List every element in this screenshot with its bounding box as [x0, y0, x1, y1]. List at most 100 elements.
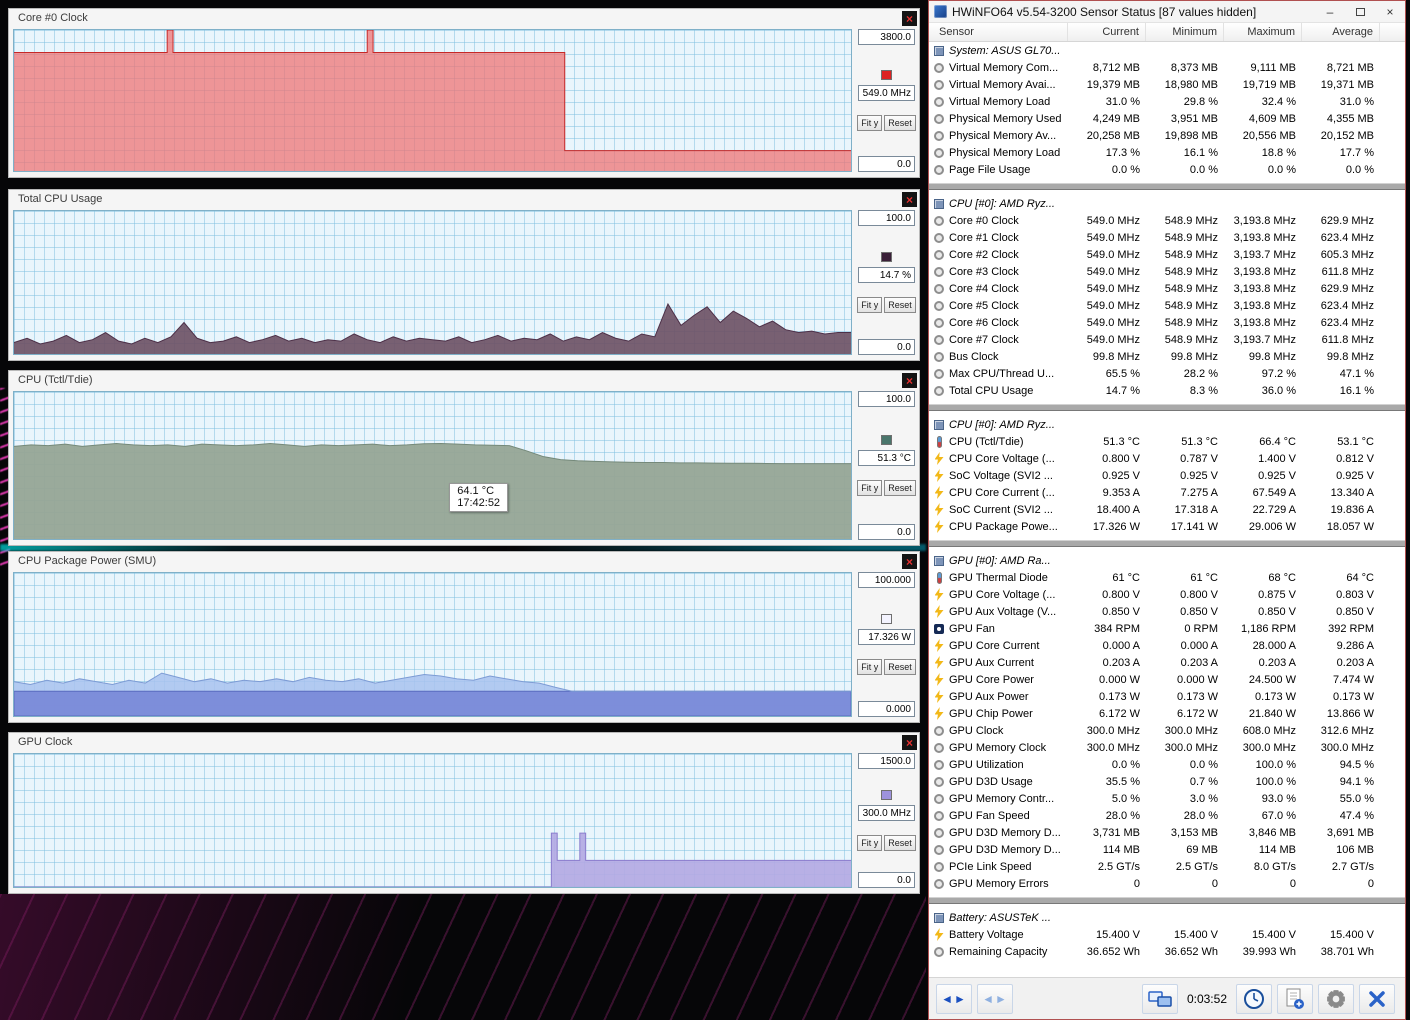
- remote-sync-button[interactable]: [1141, 983, 1178, 1014]
- sensor-row[interactable]: GPU Aux Voltage (V... 0.850 V 0.850 V 0.850…: [929, 603, 1405, 620]
- y-min-input[interactable]: [858, 701, 915, 717]
- reset-button[interactable]: Reset: [884, 835, 916, 851]
- fit-y-button[interactable]: Fit y: [857, 115, 883, 131]
- sensor-row[interactable]: GPU Core Current 0.000 A 0.000 A 28.000 A 9.…: [929, 637, 1405, 654]
- title-bar[interactable]: HWiNFO64 v5.54-3200 Sensor Status [87 va…: [929, 1, 1405, 23]
- sensor-row[interactable]: Physical Memory Load 17.3 % 16.1 % 18.8 % 17…: [929, 144, 1405, 161]
- sensor-group-header[interactable]: System: ASUS GL70...: [929, 42, 1405, 59]
- sensor-row[interactable]: Core #1 Clock 549.0 MHz 548.9 MHz 3,193.8 M…: [929, 229, 1405, 246]
- sensor-group-header[interactable]: CPU [#0]: AMD Ryz...: [929, 195, 1405, 212]
- y-max-input[interactable]: [858, 572, 915, 588]
- sensor-row[interactable]: Core #7 Clock 549.0 MHz 548.9 MHz 3,193.7 M…: [929, 331, 1405, 348]
- sensor-row[interactable]: Battery Voltage 15.400 V 15.400 V 15.400 V 1…: [929, 926, 1405, 943]
- sensor-row[interactable]: Max CPU/Thread U... 65.5 % 28.2 % 97.2 % 47.…: [929, 365, 1405, 382]
- reset-button[interactable]: Reset: [884, 480, 916, 496]
- sensor-row[interactable]: SoC Current (SVI2 ... 18.400 A 17.318 A 22.…: [929, 501, 1405, 518]
- sensor-row[interactable]: GPU Aux Current 0.203 A 0.203 A 0.203 A 0.20…: [929, 654, 1405, 671]
- graph-close-button[interactable]: ×: [902, 373, 917, 388]
- clock-button[interactable]: [1236, 983, 1272, 1014]
- current-value-box[interactable]: [858, 267, 915, 283]
- sensor-row[interactable]: CPU Package Powe... 17.326 W 17.141 W 29.00…: [929, 518, 1405, 535]
- sensor-row[interactable]: GPU Fan 384 RPM 0 RPM 1,186 RPM 392 RPM: [929, 620, 1405, 637]
- sensor-row[interactable]: Virtual Memory Avai... 19,379 MB 18,980 MB…: [929, 76, 1405, 93]
- reset-button[interactable]: Reset: [884, 659, 916, 675]
- sensor-row[interactable]: GPU Core Power 0.000 W 0.000 W 24.500 W 7.47…: [929, 671, 1405, 688]
- sensor-row[interactable]: GPU Fan Speed 28.0 % 28.0 % 67.0 % 47.4 %: [929, 807, 1405, 824]
- graph-close-button[interactable]: ×: [902, 554, 917, 569]
- graph-plot-area[interactable]: [13, 29, 852, 172]
- settings-button[interactable]: [1318, 983, 1354, 1014]
- sensor-row[interactable]: Physical Memory Av... 20,258 MB 19,898 MB 2…: [929, 127, 1405, 144]
- column-header-maximum[interactable]: Maximum: [1224, 23, 1302, 41]
- fit-y-button[interactable]: Fit y: [857, 480, 883, 496]
- column-header-sensor[interactable]: Sensor: [929, 23, 1068, 41]
- sensor-row[interactable]: GPU Memory Clock 300.0 MHz 300.0 MHz 300.0 …: [929, 739, 1405, 756]
- column-header-average[interactable]: Average: [1302, 23, 1380, 41]
- reset-button[interactable]: Reset: [884, 297, 916, 313]
- reset-button[interactable]: Reset: [884, 115, 916, 131]
- y-min-input[interactable]: [858, 872, 915, 888]
- sensor-row[interactable]: GPU Core Voltage (... 0.800 V 0.800 V 0.875…: [929, 586, 1405, 603]
- current-value-box[interactable]: [858, 85, 915, 101]
- exit-button[interactable]: [1359, 983, 1395, 1014]
- y-min-input[interactable]: [858, 156, 915, 172]
- current-value-box[interactable]: [858, 805, 915, 821]
- fit-y-button[interactable]: Fit y: [857, 659, 883, 675]
- graph-close-button[interactable]: ×: [902, 735, 917, 750]
- maximize-button[interactable]: [1345, 1, 1375, 22]
- sensor-row[interactable]: Core #0 Clock 549.0 MHz 548.9 MHz 3,193.8 M…: [929, 212, 1405, 229]
- sensor-row[interactable]: SoC Voltage (SVI2 ... 0.925 V 0.925 V 0.925…: [929, 467, 1405, 484]
- column-header-current[interactable]: Current: [1068, 23, 1146, 41]
- y-max-input[interactable]: [858, 210, 915, 226]
- sensor-row[interactable]: Physical Memory Used 4,249 MB 3,951 MB 4,60…: [929, 110, 1405, 127]
- current-value-box[interactable]: [858, 450, 915, 466]
- sensor-row[interactable]: GPU Chip Power 6.172 W 6.172 W 21.840 W 13.8…: [929, 705, 1405, 722]
- sensor-row[interactable]: CPU Core Current (... 9.353 A 7.275 A 67.54…: [929, 484, 1405, 501]
- close-button[interactable]: ×: [1375, 1, 1405, 22]
- column-header-minimum[interactable]: Minimum: [1146, 23, 1224, 41]
- graph-close-button[interactable]: ×: [902, 11, 917, 26]
- sensor-row[interactable]: CPU (Tctl/Tdie) 51.3 °C 51.3 °C 66.4 °C 53.1…: [929, 433, 1405, 450]
- graph-plot-area[interactable]: [13, 572, 852, 717]
- sensor-row[interactable]: Page File Usage 0.0 % 0.0 % 0.0 % 0.0 %: [929, 161, 1405, 178]
- sensor-row[interactable]: Core #6 Clock 549.0 MHz 548.9 MHz 3,193.8 M…: [929, 314, 1405, 331]
- sensor-row[interactable]: Core #5 Clock 549.0 MHz 548.9 MHz 3,193.8 M…: [929, 297, 1405, 314]
- sensor-row[interactable]: GPU D3D Usage 35.5 % 0.7 % 100.0 % 94.1 %: [929, 773, 1405, 790]
- sensor-row[interactable]: Virtual Memory Load 31.0 % 29.8 % 32.4 % 31.…: [929, 93, 1405, 110]
- sensor-row[interactable]: GPU Utilization 0.0 % 0.0 % 100.0 % 94.5 %: [929, 756, 1405, 773]
- y-max-input[interactable]: [858, 391, 915, 407]
- sensor-row[interactable]: GPU D3D Memory D... 114 MB 69 MB 114 MB 106 …: [929, 841, 1405, 858]
- sensor-row[interactable]: GPU Thermal Diode 61 °C 61 °C 68 °C 64 °C: [929, 569, 1405, 586]
- sensor-row[interactable]: PCIe Link Speed 2.5 GT/s 2.5 GT/s 8.0 GT/s 2…: [929, 858, 1405, 875]
- y-min-input[interactable]: [858, 339, 915, 355]
- sensor-row[interactable]: GPU Aux Power 0.173 W 0.173 W 0.173 W 0.173 …: [929, 688, 1405, 705]
- sensor-row[interactable]: Virtual Memory Com... 8,712 MB 8,373 MB 9,1…: [929, 59, 1405, 76]
- graph-close-button[interactable]: ×: [902, 192, 917, 207]
- minimize-button[interactable]: –: [1315, 1, 1345, 22]
- report-button[interactable]: [1277, 983, 1313, 1014]
- sensor-row[interactable]: Remaining Capacity 36.652 Wh 36.652 Wh 39.9…: [929, 943, 1405, 960]
- sensor-row[interactable]: Core #2 Clock 549.0 MHz 548.9 MHz 3,193.7 M…: [929, 246, 1405, 263]
- sensor-group-header[interactable]: Battery: ASUSTeK ...: [929, 909, 1405, 926]
- fit-y-button[interactable]: Fit y: [857, 835, 883, 851]
- sensor-row[interactable]: GPU Memory Errors 0 0 0 0: [929, 875, 1405, 892]
- sensor-row[interactable]: GPU D3D Memory D... 3,731 MB 3,153 MB 3,846…: [929, 824, 1405, 841]
- sensor-row[interactable]: GPU Clock 300.0 MHz 300.0 MHz 608.0 MHz 312.…: [929, 722, 1405, 739]
- current-value-box[interactable]: [858, 629, 915, 645]
- nav-back-forward-button[interactable]: ◄►: [936, 983, 972, 1014]
- sensor-group-header[interactable]: GPU [#0]: AMD Ra...: [929, 552, 1405, 569]
- sensor-row[interactable]: Total CPU Usage 14.7 % 8.3 % 36.0 % 16.1 %: [929, 382, 1405, 399]
- graph-plot-area[interactable]: 64.1 °C 17:42:52: [13, 391, 852, 540]
- sensor-row[interactable]: CPU Core Voltage (... 0.800 V 0.787 V 1.400…: [929, 450, 1405, 467]
- y-max-input[interactable]: [858, 29, 915, 45]
- sensor-row[interactable]: Bus Clock 99.8 MHz 99.8 MHz 99.8 MHz 99.8 MH…: [929, 348, 1405, 365]
- sensor-row[interactable]: Core #3 Clock 549.0 MHz 548.9 MHz 3,193.8 M…: [929, 263, 1405, 280]
- sensor-group-header[interactable]: CPU [#0]: AMD Ryz...: [929, 416, 1405, 433]
- sensor-row[interactable]: Core #4 Clock 549.0 MHz 548.9 MHz 3,193.8 M…: [929, 280, 1405, 297]
- y-min-input[interactable]: [858, 524, 915, 540]
- fit-y-button[interactable]: Fit y: [857, 297, 883, 313]
- nav-back-forward-alt-button[interactable]: ◄►: [977, 983, 1013, 1014]
- graph-plot-area[interactable]: [13, 210, 852, 355]
- graph-plot-area[interactable]: [13, 753, 852, 888]
- y-max-input[interactable]: [858, 753, 915, 769]
